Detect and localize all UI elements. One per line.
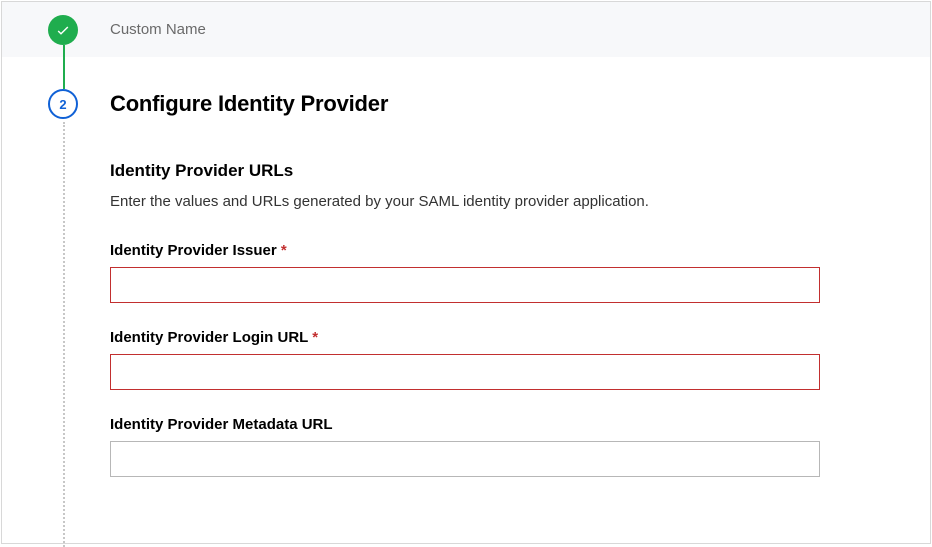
identity-provider-login-url-input[interactable] (110, 354, 820, 390)
section-description: Enter the values and URLs generated by y… (110, 193, 820, 210)
label-text: Identity Provider Login URL (110, 329, 308, 346)
step-2-number-badge: 2 (48, 89, 78, 119)
checkmark-icon (55, 22, 71, 38)
field-login-url-label: Identity Provider Login URL * (110, 329, 820, 346)
required-asterisk: * (312, 329, 318, 346)
required-asterisk: * (281, 242, 287, 259)
section-title: Identity Provider URLs (110, 161, 820, 181)
field-issuer: Identity Provider Issuer * (110, 242, 820, 303)
step-2-content: Identity Provider URLs Enter the values … (110, 161, 820, 477)
field-metadata-url: Identity Provider Metadata URL (110, 416, 820, 477)
step-1-label: Custom Name (110, 21, 206, 38)
step-connector-solid (63, 45, 65, 89)
step-2-header: 2 Configure Identity Provider (2, 89, 930, 119)
field-login-url: Identity Provider Login URL * (110, 329, 820, 390)
field-metadata-url-label: Identity Provider Metadata URL (110, 416, 820, 433)
step-1-complete-icon (48, 15, 78, 45)
field-issuer-label: Identity Provider Issuer * (110, 242, 820, 259)
label-text: Identity Provider Issuer (110, 242, 277, 259)
step-2-title: Configure Identity Provider (110, 91, 388, 117)
identity-provider-issuer-input[interactable] (110, 267, 820, 303)
identity-provider-metadata-url-input[interactable] (110, 441, 820, 477)
step-1-header: Custom Name (2, 2, 930, 57)
step-connector-dotted (63, 122, 65, 547)
wizard-container: Custom Name 2 Configure Identity Provide… (1, 1, 931, 544)
